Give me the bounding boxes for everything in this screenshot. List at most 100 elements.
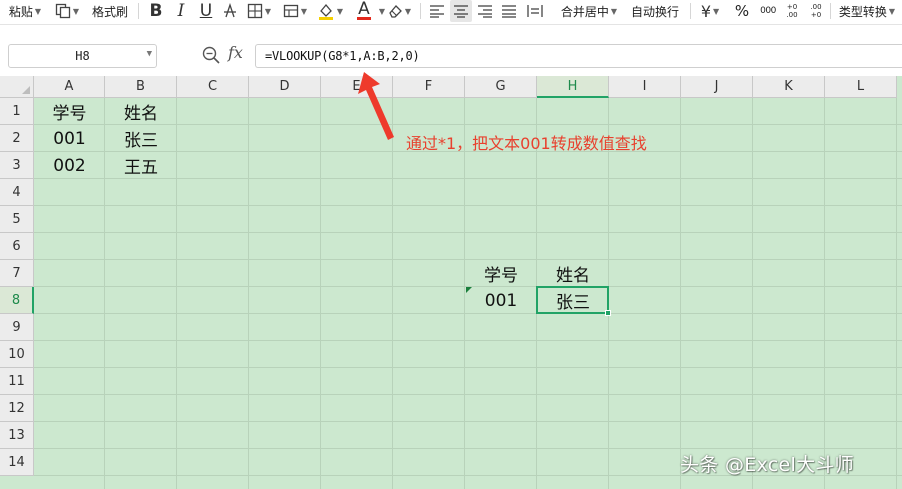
cell-a2[interactable]: 001 xyxy=(34,125,105,152)
zoom-icon[interactable] xyxy=(201,45,221,65)
fill-bucket-icon xyxy=(318,3,333,20)
formula-input[interactable]: =VLOOKUP(G8*1,A:B,2,0) xyxy=(255,44,902,68)
cell-b3[interactable]: 王五 xyxy=(105,152,177,179)
format-painter-button[interactable]: 格式刷 xyxy=(90,0,130,22)
row-header-12[interactable]: 12 xyxy=(0,395,34,422)
cell-b1[interactable]: 姓名 xyxy=(105,98,177,125)
column-header-l[interactable]: L xyxy=(825,76,897,98)
gridline xyxy=(248,98,249,489)
column-header-c[interactable]: C xyxy=(177,76,249,98)
strikethrough-icon xyxy=(224,3,236,18)
merge-center-label: 合并居中 xyxy=(560,4,609,19)
row-header-13[interactable]: 13 xyxy=(0,422,34,449)
column-header-b[interactable]: B xyxy=(105,76,177,98)
clear-format-button[interactable]: ▼ xyxy=(384,0,414,22)
gridline xyxy=(34,448,902,449)
fx-icon[interactable]: fx xyxy=(228,43,243,62)
distributed-align-button[interactable] xyxy=(524,0,546,22)
row-header-6[interactable]: 6 xyxy=(0,233,34,260)
cell-g7[interactable]: 学号 xyxy=(465,260,537,287)
percent-button[interactable]: % xyxy=(732,0,752,22)
cell-style-button[interactable]: ▼ xyxy=(280,0,310,22)
gridline xyxy=(34,232,902,233)
thousands-label: 000 xyxy=(760,6,776,16)
cell-b2[interactable]: 张三 xyxy=(105,125,177,152)
font-color-swatch xyxy=(357,17,371,20)
column-header-k[interactable]: K xyxy=(753,76,825,98)
align-center-button[interactable] xyxy=(450,0,472,22)
column-header-j[interactable]: J xyxy=(681,76,753,98)
annotation-arrow-icon xyxy=(358,72,394,140)
thousands-separator-button[interactable]: 000 xyxy=(758,0,778,22)
row-header-10[interactable]: 10 xyxy=(0,341,34,368)
row-header-2[interactable]: 2 xyxy=(0,125,34,152)
decrease-decimal-button[interactable]: .00 +0 xyxy=(806,0,826,22)
row-header-14[interactable]: 14 xyxy=(0,449,34,476)
merge-center-button[interactable]: 合并居中 ▼ xyxy=(558,0,620,22)
currency-button[interactable]: ¥ ▼ xyxy=(696,0,724,22)
chevron-down-icon: ▼ xyxy=(610,6,618,16)
underline-button[interactable]: U xyxy=(196,0,216,22)
chevron-down-icon: ▼ xyxy=(300,6,308,16)
cell-g8[interactable]: 001 xyxy=(465,287,537,314)
paste-label: 粘贴 xyxy=(8,4,33,19)
type-convert-button[interactable]: 类型转换 ▼ xyxy=(836,0,898,22)
gridline xyxy=(34,340,902,341)
decrease-decimal-label: .00 +0 xyxy=(810,3,822,19)
align-right-button[interactable] xyxy=(474,0,496,22)
copy-button[interactable]: ▼ xyxy=(54,0,80,22)
chevron-down-icon: ▼ xyxy=(404,6,412,16)
italic-button[interactable]: I xyxy=(172,0,190,22)
row-header-7[interactable]: 7 xyxy=(0,260,34,287)
column-header-g[interactable]: G xyxy=(465,76,537,98)
align-left-icon xyxy=(430,5,444,18)
bold-button[interactable]: B xyxy=(146,0,166,22)
toolbar-divider xyxy=(138,3,139,19)
watermark: 头条 @Excel大斗师 xyxy=(680,454,854,476)
formula-text: =VLOOKUP(G8*1,A:B,2,0) xyxy=(265,49,420,63)
wrap-text-button[interactable]: 自动换行 xyxy=(628,0,682,22)
percent-label: % xyxy=(734,2,750,20)
justify-button[interactable] xyxy=(498,0,520,22)
row-header-5[interactable]: 5 xyxy=(0,206,34,233)
fill-handle[interactable] xyxy=(605,310,611,316)
text-number-warning-icon[interactable] xyxy=(466,287,472,293)
select-all-icon xyxy=(22,86,30,94)
cell-a1[interactable]: 学号 xyxy=(34,98,105,125)
chevron-down-icon[interactable]: ▼ xyxy=(147,49,152,59)
borders-button[interactable]: ▼ xyxy=(244,0,274,22)
increase-decimal-button[interactable]: +0 .00 xyxy=(782,0,802,22)
active-cell-selection[interactable] xyxy=(536,286,609,314)
column-header-d[interactable]: D xyxy=(249,76,321,98)
strikethrough-button[interactable] xyxy=(220,0,240,22)
row-header-8[interactable]: 8 xyxy=(0,287,34,314)
type-convert-label: 类型转换 xyxy=(838,4,887,19)
gridline xyxy=(752,98,753,489)
chevron-down-icon: ▼ xyxy=(72,6,80,16)
row-header-9[interactable]: 9 xyxy=(0,314,34,341)
name-box[interactable]: H8 ▼ xyxy=(8,44,157,68)
column-header-i[interactable]: I xyxy=(609,76,681,98)
font-color-label: A xyxy=(358,0,370,19)
cell-a3[interactable]: 002 xyxy=(34,152,105,179)
column-header-h[interactable]: H xyxy=(537,76,609,98)
row-header-3[interactable]: 3 xyxy=(0,152,34,179)
row-header-11[interactable]: 11 xyxy=(0,368,34,395)
gridline xyxy=(824,98,825,489)
copy-icon xyxy=(55,3,71,19)
cell-h7[interactable]: 姓名 xyxy=(537,260,609,287)
paste-button[interactable]: 粘贴 ▼ xyxy=(4,0,46,22)
font-color-button[interactable]: A xyxy=(350,0,378,22)
align-left-button[interactable] xyxy=(426,0,448,22)
eraser-icon xyxy=(389,5,402,18)
fill-color-button[interactable]: ▼ xyxy=(314,0,346,22)
row-header-4[interactable]: 4 xyxy=(0,179,34,206)
wrap-text-label: 自动换行 xyxy=(630,4,679,19)
ribbon-toolbar: 粘贴 ▼ ▼ 格式刷 B I U ▼ ▼ ▼ A ▼ ▼ 合并居中 ▼ 自动换行… xyxy=(0,0,902,24)
toolbar-divider xyxy=(420,3,421,19)
bold-label: B xyxy=(149,1,163,21)
row-header-1[interactable]: 1 xyxy=(0,98,34,125)
underline-label: U xyxy=(199,1,213,21)
column-header-a[interactable]: A xyxy=(34,76,105,98)
select-all-corner[interactable] xyxy=(0,76,34,98)
